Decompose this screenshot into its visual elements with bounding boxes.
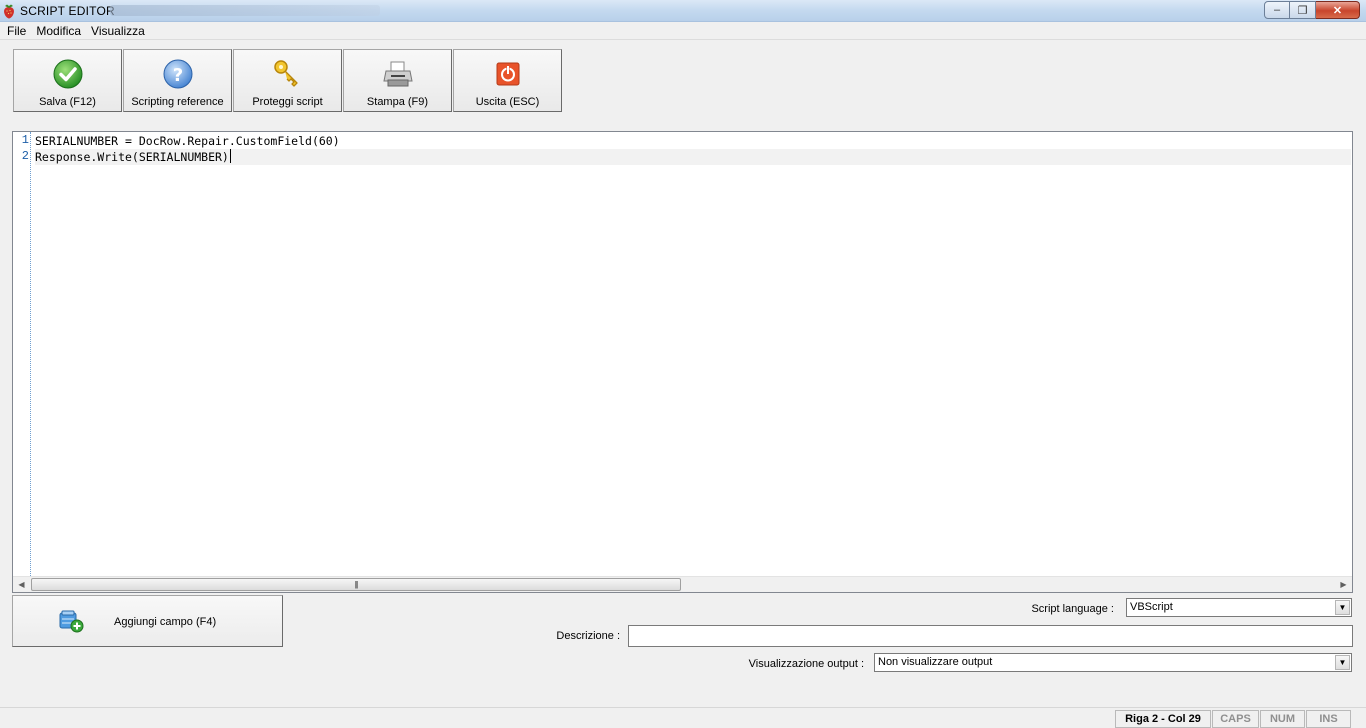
output-display-label: Visualizzazione output : xyxy=(748,658,864,670)
printer-icon xyxy=(382,61,413,87)
strawberry-icon xyxy=(4,4,14,19)
window-title: SCRIPT EDITOR xyxy=(20,4,115,18)
protect-script-label: Proteggi script xyxy=(252,96,323,108)
code-line[interactable]: SERIALNUMBER = DocRow.Repair.CustomField… xyxy=(35,133,1351,149)
add-database-icon xyxy=(59,610,84,633)
maximize-button[interactable]: ❐ xyxy=(1290,1,1316,19)
menu-visualizza[interactable]: Visualizza xyxy=(86,22,150,39)
check-icon xyxy=(53,59,82,89)
save-label: Salva (F12) xyxy=(39,96,96,108)
script-language-select[interactable]: VBScript ▼ xyxy=(1126,598,1352,617)
description-input[interactable] xyxy=(628,625,1353,647)
code-editor[interactable]: 1 2 SERIALNUMBER = DocRow.Repair.CustomF… xyxy=(12,131,1353,593)
close-button[interactable]: ✕ xyxy=(1316,1,1360,19)
menu-modifica[interactable]: Modifica xyxy=(31,22,86,39)
num-indicator: NUM xyxy=(1260,710,1305,728)
text-caret xyxy=(229,149,231,163)
description-label: Descrizione : xyxy=(556,630,620,642)
code-line-text: Response.Write(SERIALNUMBER) xyxy=(35,150,229,164)
code-line-current[interactable]: Response.Write(SERIALNUMBER) xyxy=(35,149,1351,165)
output-display-value: Non visualizzare output xyxy=(878,656,993,668)
ins-indicator: INS xyxy=(1306,710,1351,728)
chevron-down-icon[interactable]: ▼ xyxy=(1335,600,1350,615)
menu-file[interactable]: File xyxy=(2,22,31,39)
output-display-select[interactable]: Non visualizzare output ▼ xyxy=(874,653,1352,672)
title-redacted xyxy=(110,5,380,16)
save-button[interactable]: Salva (F12) xyxy=(13,49,122,112)
horizontal-scrollbar[interactable]: ◀ ||| ▶ xyxy=(13,576,1352,592)
exit-button[interactable]: Uscita (ESC) xyxy=(453,49,562,112)
help-icon: ? xyxy=(163,59,192,89)
scroll-left-icon[interactable]: ◀ xyxy=(13,577,30,592)
print-label: Stampa (F9) xyxy=(366,96,429,108)
script-language-label: Script language : xyxy=(1031,603,1114,615)
exit-label: Uscita (ESC) xyxy=(475,96,540,108)
window-controls: – ❐ ✕ xyxy=(1264,1,1360,19)
scrollbar-thumb[interactable]: ||| xyxy=(31,578,681,591)
print-button[interactable]: Stampa (F9) xyxy=(343,49,452,112)
key-icon xyxy=(273,60,298,87)
toolbar: Salva (F12) ? Scripting reference Proteg… xyxy=(13,49,563,112)
line-number: 2 xyxy=(21,149,29,163)
status-bar: Riga 2 - Col 29 CAPS NUM INS xyxy=(0,707,1366,728)
add-field-label: Aggiungi campo (F4) xyxy=(114,616,217,628)
scripting-reference-label: Scripting reference xyxy=(131,96,224,108)
scripting-reference-button[interactable]: ? Scripting reference xyxy=(123,49,232,112)
scroll-right-icon[interactable]: ▶ xyxy=(1335,577,1352,592)
title-bar: SCRIPT EDITOR – ❐ ✕ xyxy=(0,0,1366,22)
menu-bar: File Modifica Visualizza xyxy=(0,22,1366,40)
line-number-gutter: 1 2 xyxy=(13,132,31,576)
script-language-value: VBScript xyxy=(1130,601,1173,613)
chevron-down-icon[interactable]: ▼ xyxy=(1335,655,1350,670)
protect-script-button[interactable]: Proteggi script xyxy=(233,49,342,112)
caps-indicator: CAPS xyxy=(1212,710,1259,728)
minimize-button[interactable]: – xyxy=(1264,1,1290,19)
power-icon xyxy=(496,62,519,86)
code-line-text: SERIALNUMBER = DocRow.Repair.CustomField… xyxy=(35,134,340,148)
add-field-button[interactable]: Aggiungi campo (F4) xyxy=(12,595,283,647)
cursor-position: Riga 2 - Col 29 xyxy=(1115,710,1211,728)
svg-text:?: ? xyxy=(172,65,182,86)
line-number: 1 xyxy=(21,133,29,147)
